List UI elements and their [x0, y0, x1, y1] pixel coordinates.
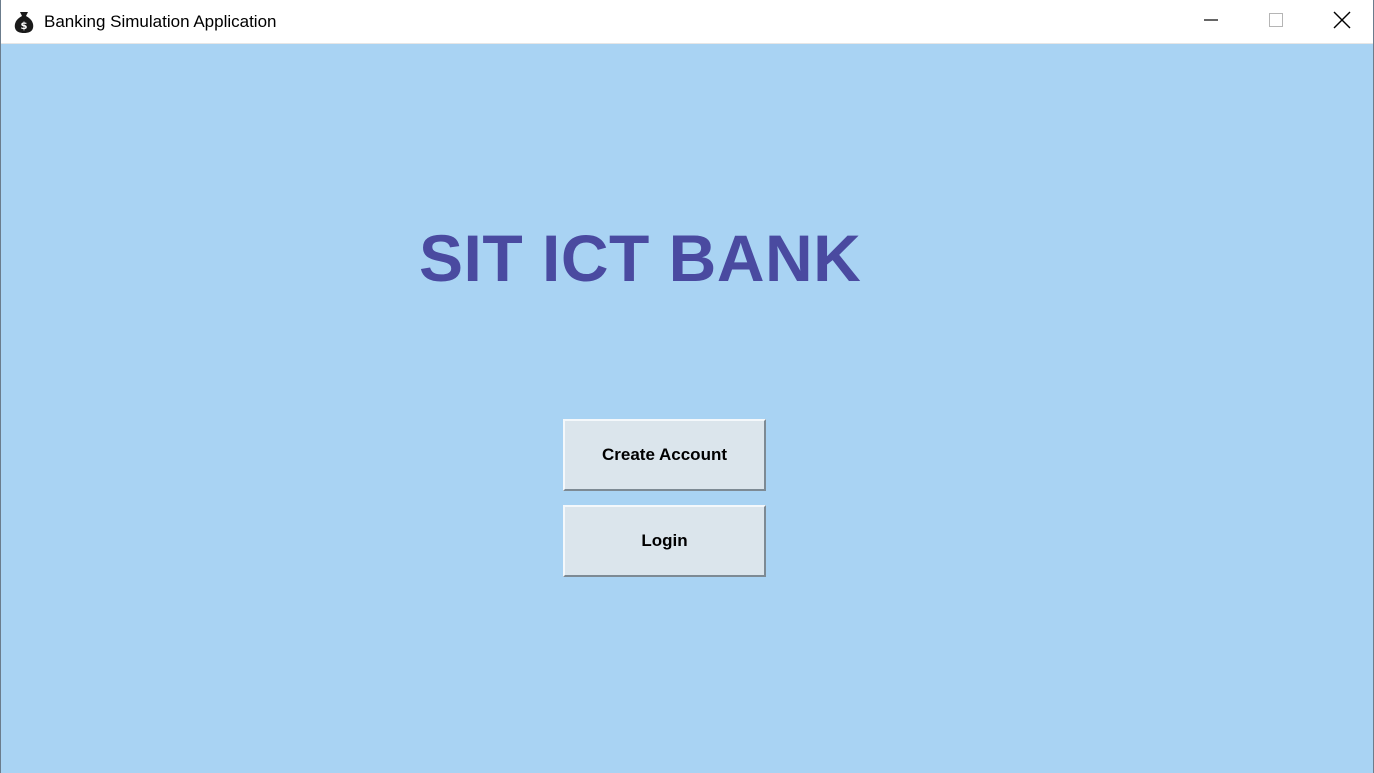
app-window: $ Banking Simulation Application SIT ICT…	[0, 0, 1374, 773]
maximize-button[interactable]	[1247, 0, 1305, 44]
window-title: Banking Simulation Application	[44, 12, 277, 31]
login-button[interactable]: Login	[563, 505, 766, 577]
close-icon	[1333, 11, 1351, 34]
bank-title: SIT ICT BANK	[419, 221, 862, 295]
title-bar[interactable]: $ Banking Simulation Application	[1, 0, 1373, 44]
maximize-icon	[1268, 12, 1284, 33]
create-account-label: Create Account	[601, 445, 727, 464]
close-button[interactable]	[1313, 0, 1371, 44]
create-account-button[interactable]: Create Account	[563, 419, 766, 491]
minimize-icon	[1203, 12, 1219, 33]
svg-text:$: $	[21, 21, 28, 32]
minimize-button[interactable]	[1182, 0, 1240, 44]
login-label: Login	[641, 531, 688, 550]
money-bag-icon: $	[13, 10, 35, 34]
